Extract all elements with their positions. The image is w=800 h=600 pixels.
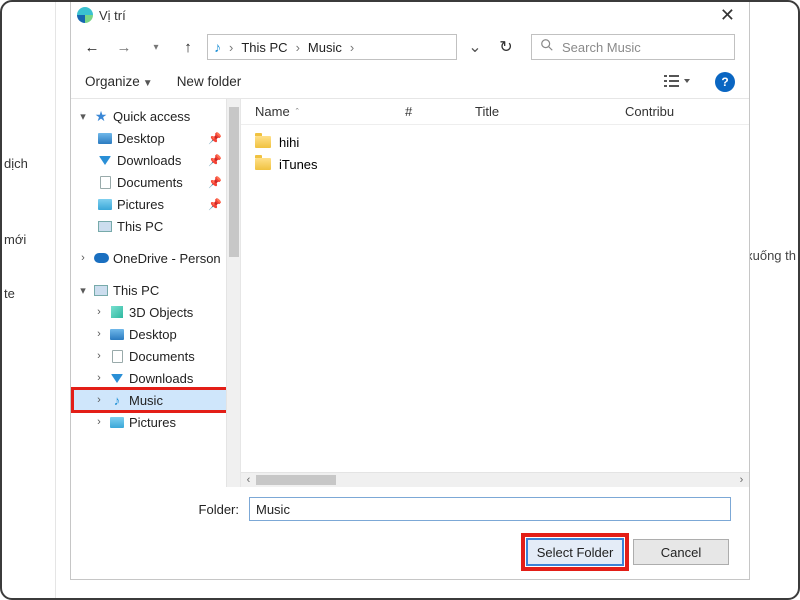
file-pane-hscroll[interactable]: ‹ › — [241, 472, 749, 487]
sidebar-item-music[interactable]: ›♪Music — [73, 389, 240, 411]
address-dropdown[interactable]: ⌄ — [463, 37, 487, 57]
bg-text: te — [4, 286, 15, 301]
chevron-right-icon: › — [296, 40, 300, 55]
sidebar-item-desktop2[interactable]: ›Desktop — [73, 323, 240, 345]
back-button[interactable]: ← — [79, 34, 105, 60]
onedrive-node[interactable]: ›OneDrive - Person — [73, 247, 240, 269]
nav-scrollbar[interactable] — [226, 99, 240, 487]
sidebar-item-3dobjects[interactable]: ›3D Objects — [73, 301, 240, 323]
folder-icon — [255, 136, 271, 148]
new-folder-button[interactable]: New folder — [177, 74, 242, 89]
sidebar-item-thispc-pin[interactable]: This PC — [73, 215, 240, 237]
this-pc-node[interactable]: ▾This PC — [73, 279, 240, 301]
quick-access-node[interactable]: ▾★ Quick access — [73, 105, 240, 127]
sidebar-item-pictures2[interactable]: ›Pictures — [73, 411, 240, 433]
edge-icon — [77, 7, 93, 23]
bg-text: mới — [4, 232, 26, 247]
select-folder-button[interactable]: Select Folder — [527, 539, 623, 565]
search-icon — [540, 38, 554, 57]
sidebar-item-downloads2[interactable]: ›Downloads — [73, 367, 240, 389]
folder-name-input[interactable] — [249, 497, 731, 521]
search-input[interactable]: Search Music — [531, 34, 735, 60]
search-placeholder: Search Music — [562, 40, 641, 55]
forward-button[interactable]: → — [111, 34, 137, 60]
folder-icon — [255, 158, 271, 170]
pin-icon: 📌 — [208, 198, 222, 211]
breadcrumb-root[interactable]: This PC — [241, 40, 287, 55]
organize-menu[interactable]: Organize▼ — [85, 74, 153, 89]
pin-icon: 📌 — [208, 132, 222, 145]
navigation-pane: ▾★ Quick access Desktop📌 Downloads📌 Docu… — [71, 99, 241, 487]
select-folder-highlight: Select Folder — [521, 533, 629, 571]
sort-asc-icon: ˆ — [296, 107, 299, 117]
chevron-right-icon: › — [229, 40, 233, 55]
dialog-title: Vị trí — [99, 8, 712, 23]
chevron-right-icon: › — [350, 40, 354, 55]
refresh-button[interactable]: ↻ — [493, 37, 519, 57]
pin-icon: 📌 — [208, 176, 222, 189]
breadcrumb-folder[interactable]: Music — [308, 40, 342, 55]
column-headers[interactable]: Nameˆ # Title Contribu — [241, 99, 749, 125]
folder-row[interactable]: iTunes — [255, 153, 749, 175]
address-bar[interactable]: ♪ › This PC › Music › — [207, 34, 457, 60]
bg-text: dịch — [4, 156, 28, 171]
sidebar-item-documents[interactable]: Documents📌 — [73, 171, 240, 193]
music-icon: ♪ — [214, 39, 221, 55]
pin-icon: 📌 — [208, 154, 222, 167]
sidebar-item-documents2[interactable]: ›Documents — [73, 345, 240, 367]
scroll-left-icon[interactable]: ‹ — [241, 474, 256, 486]
view-options-button[interactable] — [663, 73, 691, 91]
title-bar: Vị trí ✕ — [71, 1, 749, 29]
folder-label: Folder: — [89, 502, 239, 517]
toolbar: Organize▼ New folder ? — [71, 65, 749, 99]
sidebar-item-downloads[interactable]: Downloads📌 — [73, 149, 240, 171]
cancel-button[interactable]: Cancel — [633, 539, 729, 565]
up-button[interactable]: ↑ — [175, 34, 201, 60]
music-icon: ♪ — [109, 392, 125, 408]
sidebar-item-pictures[interactable]: Pictures📌 — [73, 193, 240, 215]
scroll-right-icon[interactable]: › — [734, 474, 749, 486]
dialog-footer: Folder: Select Folder Cancel — [71, 487, 749, 565]
folder-row[interactable]: hihi — [255, 131, 749, 153]
navigation-row: ← → ▾ ↑ ♪ › This PC › Music › ⌄ ↻ Search… — [71, 29, 749, 65]
sidebar-item-desktop[interactable]: Desktop📌 — [73, 127, 240, 149]
close-button[interactable]: ✕ — [712, 5, 743, 26]
recent-locations-button[interactable]: ▾ — [143, 34, 169, 60]
help-button[interactable]: ? — [715, 72, 735, 92]
folder-picker-dialog: Vị trí ✕ ← → ▾ ↑ ♪ › This PC › Music › ⌄… — [70, 0, 750, 580]
file-list-pane: Nameˆ # Title Contribu hihi iTunes ‹ › — [241, 99, 749, 487]
